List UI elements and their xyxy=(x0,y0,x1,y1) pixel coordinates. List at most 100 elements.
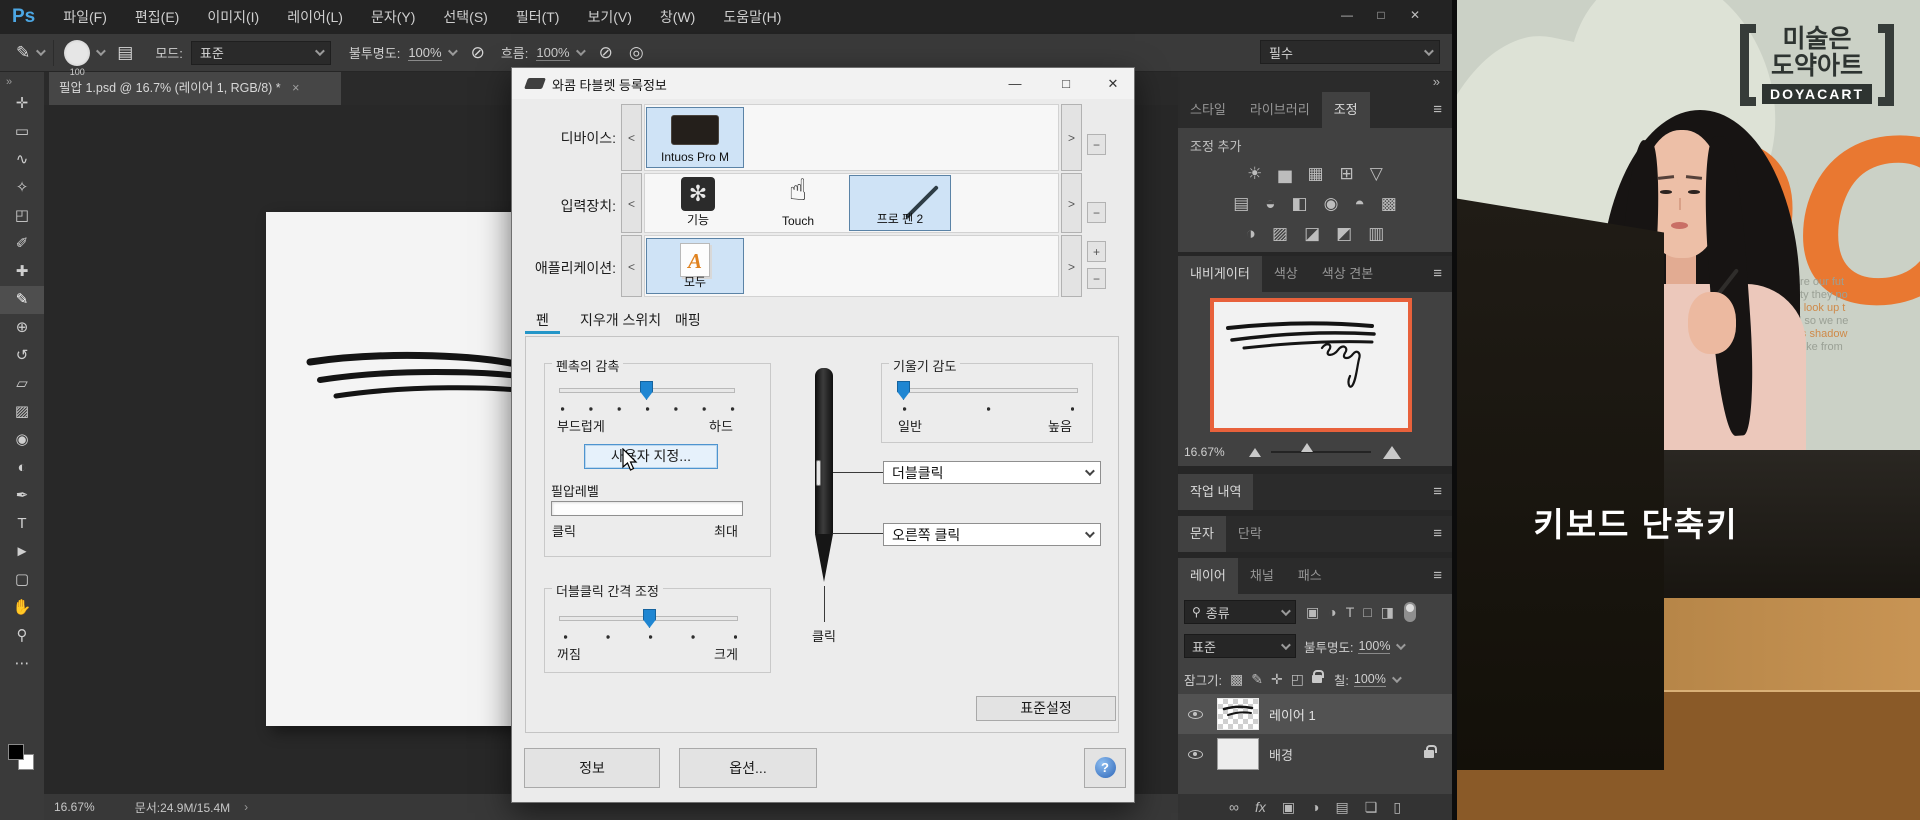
layer-row-background[interactable]: 배경 xyxy=(1178,734,1452,774)
dialog-maximize-icon[interactable]: □ xyxy=(1044,68,1088,99)
panel-collapse-icon[interactable]: » xyxy=(1433,74,1440,89)
input-item-pro-pen-2[interactable]: 프로 펜 2 xyxy=(849,175,951,231)
tab-navigator[interactable]: 내비게이터 xyxy=(1178,256,1262,292)
panel-menu-icon[interactable]: ≡ xyxy=(1423,474,1452,510)
airbrush-icon[interactable]: ⊘ xyxy=(599,43,613,63)
menu-file[interactable]: 파일(F) xyxy=(49,0,121,34)
tilt-slider[interactable] xyxy=(899,388,1078,393)
navigator-zoom-value[interactable]: 16.67% xyxy=(1184,445,1225,459)
tab-adjustments[interactable]: 조정 xyxy=(1322,92,1370,128)
brush-preset-picker[interactable]: 100 xyxy=(64,40,90,66)
tab-history[interactable]: 작업 내역 xyxy=(1178,474,1253,510)
menu-view[interactable]: 보기(V) xyxy=(573,0,645,34)
opacity-value[interactable]: 100% xyxy=(408,45,441,61)
device-scroll-left-button[interactable]: < xyxy=(621,104,642,171)
navigator-preview[interactable] xyxy=(1210,298,1412,432)
more-tools-icon[interactable]: ⋯ xyxy=(0,650,44,678)
app-scroll-left-button[interactable]: < xyxy=(621,235,642,297)
lock-artboard-icon[interactable]: ◰ xyxy=(1291,671,1304,688)
eraser-tool-icon[interactable]: ▱ xyxy=(0,370,44,398)
hand-tool-icon[interactable]: ✋ xyxy=(0,594,44,622)
panel-menu-icon[interactable]: ≡ xyxy=(1423,256,1452,292)
filter-shape-icon[interactable]: □ xyxy=(1363,604,1371,620)
layer1-name[interactable]: 레이어 1 xyxy=(1269,705,1316,724)
zoom-level[interactable]: 16.67% xyxy=(54,800,95,814)
tab-swatches[interactable]: 색상 견본 xyxy=(1310,256,1385,292)
quick-selection-tool-icon[interactable]: ✧ xyxy=(0,174,44,202)
dialog-close-icon[interactable]: ✕ xyxy=(1091,68,1135,99)
tab-mapping[interactable]: 매핑 xyxy=(664,307,712,334)
clone-stamp-tool-icon[interactable]: ⊕ xyxy=(0,314,44,342)
layer1-visibility-icon[interactable] xyxy=(1188,710,1203,719)
color-balance-icon[interactable]: ◒ xyxy=(1265,194,1275,214)
hue-saturation-icon[interactable]: ▤ xyxy=(1233,194,1249,214)
channel-mixer-icon[interactable]: ◓ xyxy=(1354,194,1364,214)
menu-type[interactable]: 문자(Y) xyxy=(357,0,429,34)
lock-position-icon[interactable]: ✛ xyxy=(1271,671,1283,688)
options-button[interactable]: 옵션... xyxy=(679,748,817,788)
toolbar-collapse-icon[interactable]: » xyxy=(0,72,44,90)
path-selection-tool-icon[interactable]: ► xyxy=(0,538,44,566)
navigator-zoom-thumb[interactable] xyxy=(1301,443,1313,452)
flow-value[interactable]: 100% xyxy=(536,45,569,61)
crop-tool-icon[interactable]: ◰ xyxy=(0,202,44,230)
new-adjustment-icon[interactable]: ◑ xyxy=(1311,799,1319,815)
healing-brush-tool-icon[interactable]: ✚ xyxy=(0,258,44,286)
selective-color-icon[interactable]: ▥ xyxy=(1368,224,1384,244)
brightness-contrast-icon[interactable]: ☀ xyxy=(1247,164,1262,184)
input-scroll-left-button[interactable]: < xyxy=(621,173,642,233)
black-white-icon[interactable]: ◧ xyxy=(1292,194,1308,214)
vibrance-icon[interactable]: ▽ xyxy=(1370,164,1383,184)
zoom-in-icon[interactable] xyxy=(1383,446,1401,459)
maximize-icon[interactable]: □ xyxy=(1364,0,1398,30)
menu-layer[interactable]: 레이어(L) xyxy=(273,0,357,34)
posterize-icon[interactable]: ▨ xyxy=(1272,224,1288,244)
upper-switch-dropdown[interactable]: 더블클릭 xyxy=(883,461,1101,484)
brush-tool-icon[interactable]: ✎ xyxy=(0,286,44,314)
layer-row-1[interactable]: 레이어 1 xyxy=(1178,694,1452,734)
dialog-title-bar[interactable]: 와콤 타블렛 등록정보 — □ ✕ xyxy=(512,68,1134,99)
filter-pixel-icon[interactable]: ▣ xyxy=(1306,604,1319,621)
menu-select[interactable]: 선택(S) xyxy=(429,0,501,34)
panel-menu-icon[interactable]: ≡ xyxy=(1423,516,1452,552)
layers-opacity-value[interactable]: 100% xyxy=(1358,639,1390,654)
lock-all-icon[interactable] xyxy=(1312,675,1322,683)
curves-icon[interactable]: ▦ xyxy=(1307,164,1323,184)
close-icon[interactable]: ✕ xyxy=(1398,0,1432,30)
delete-layer-icon[interactable]: ▯ xyxy=(1393,799,1401,816)
menu-edit[interactable]: 편집(E) xyxy=(121,0,193,34)
foreground-color-swatch[interactable] xyxy=(8,744,24,760)
lock-pixels-icon[interactable]: ✎ xyxy=(1251,671,1263,688)
tab-color[interactable]: 색상 xyxy=(1262,256,1310,292)
input-scroll-right-button[interactable]: > xyxy=(1061,173,1082,233)
panel-menu-icon[interactable]: ≡ xyxy=(1423,92,1452,128)
symmetry-icon[interactable]: ◎ xyxy=(629,43,644,63)
gradient-tool-icon[interactable]: ▨ xyxy=(0,398,44,426)
device-item-intuos[interactable]: Intuos Pro M xyxy=(646,107,744,168)
panel-menu-icon[interactable]: ≡ xyxy=(1423,558,1452,594)
background-visibility-icon[interactable] xyxy=(1188,750,1203,759)
gradient-map-icon[interactable]: ◩ xyxy=(1336,224,1352,244)
color-lookup-icon[interactable]: ▩ xyxy=(1381,194,1397,214)
blend-mode-select[interactable]: 표준 xyxy=(1184,634,1296,658)
zoom-tool-icon[interactable]: ⚲ xyxy=(0,622,44,650)
marquee-tool-icon[interactable]: ▭ xyxy=(0,118,44,146)
tab-layers[interactable]: 레이어 xyxy=(1178,558,1238,594)
dialog-minimize-icon[interactable]: — xyxy=(993,68,1037,99)
background-name[interactable]: 배경 xyxy=(1269,745,1293,764)
link-layers-icon[interactable]: ∞ xyxy=(1229,799,1239,815)
device-scroll-right-button[interactable]: > xyxy=(1061,104,1082,171)
tab-character[interactable]: 문자 xyxy=(1178,516,1226,552)
input-remove-button[interactable]: − xyxy=(1087,202,1106,223)
eyedropper-tool-icon[interactable]: ✐ xyxy=(0,230,44,258)
navigator-zoom-slider[interactable] xyxy=(1271,451,1371,453)
filter-type-icon[interactable]: T xyxy=(1346,604,1355,620)
input-item-touch[interactable]: ☝ Touch xyxy=(775,175,821,231)
pen-tool-icon[interactable]: ✒ xyxy=(0,482,44,510)
type-tool-icon[interactable]: T xyxy=(0,510,44,538)
mode-select[interactable]: 표준 xyxy=(191,41,331,65)
blur-tool-icon[interactable]: ◉ xyxy=(0,426,44,454)
app-remove-button[interactable]: − xyxy=(1087,268,1106,289)
app-add-button[interactable]: + xyxy=(1087,241,1106,262)
tab-libraries[interactable]: 라이브러리 xyxy=(1238,92,1322,128)
